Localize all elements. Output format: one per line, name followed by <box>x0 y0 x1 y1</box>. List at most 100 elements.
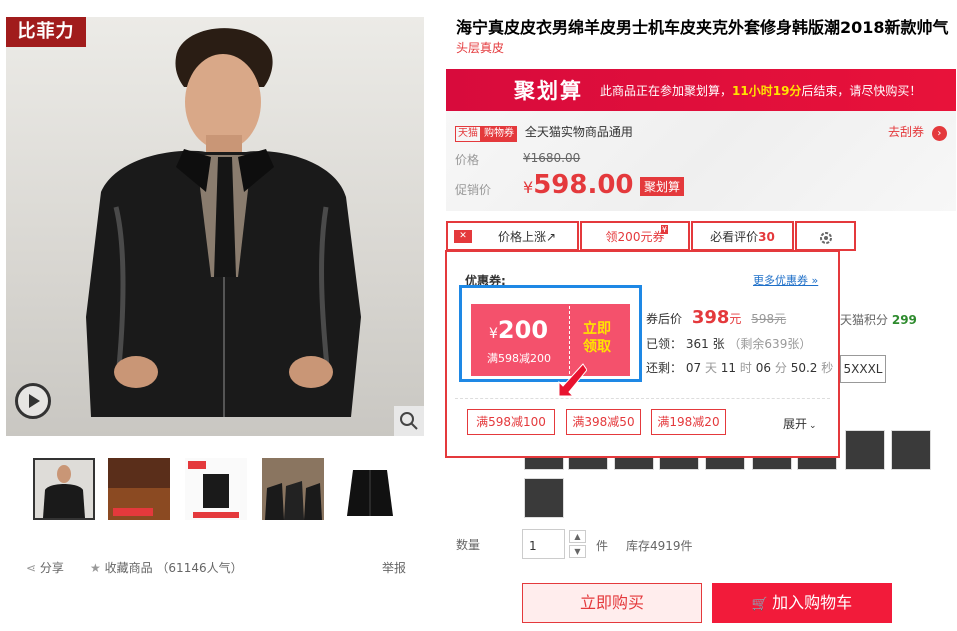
small-coupon-50[interactable]: 满398减50 <box>566 409 641 435</box>
color-swatch[interactable] <box>524 478 564 518</box>
expand-button[interactable]: 展开 ⌄ <box>783 415 817 432</box>
thumbnail-image <box>339 458 401 520</box>
coupon-flag-icon: ✕ <box>454 230 472 243</box>
gear-icon <box>819 231 832 244</box>
quantity-unit: 件 <box>596 539 609 553</box>
favorite-label: 收藏商品 <box>104 561 153 575</box>
buy-now-button[interactable]: 立即购买 <box>522 583 702 623</box>
color-swatch[interactable] <box>891 430 931 470</box>
chevron-down-icon: ▼ <box>574 547 581 556</box>
ju-text-prefix: 此商品正在参加聚划算， <box>600 84 733 98</box>
arrow-right-circle-icon: › <box>931 126 947 141</box>
tab-coupon-label: 领200元券 <box>605 230 665 244</box>
countdown-seconds-unit: 秒 <box>821 361 834 375</box>
promo-price-value: 598.00 <box>533 170 634 200</box>
stock-count: 库存4919件 <box>626 539 693 553</box>
report-link[interactable]: 举报 <box>382 559 406 576</box>
coupon-desc: 全天猫实物商品通用 <box>524 125 633 139</box>
share-icon: ⋖ <box>26 561 40 575</box>
countdown-days: 07 <box>685 361 702 375</box>
ju-banner: 聚划算 此商品正在参加聚划算，11小时19分后结束，请尽快购买！ <box>446 69 956 111</box>
ju-notice: 此商品正在参加聚划算，11小时19分后结束，请尽快购买！ <box>600 82 921 99</box>
ju-text-suffix: 后结束，请尽快购买！ <box>801 84 922 98</box>
thumbnail-3[interactable] <box>185 458 247 520</box>
scratch-coupon-link[interactable]: 去刮券 › <box>888 123 947 141</box>
product-title: 海宁真皮皮衣男绵羊皮男士机车皮夹克外套修身韩版潮2018新款帅气 <box>456 18 949 37</box>
more-coupons-link[interactable]: 更多优惠券 » <box>753 272 818 288</box>
thumbnail-image <box>185 458 247 520</box>
quantity-decrease-button[interactable]: ▼ <box>569 545 586 558</box>
currency-symbol: ¥ <box>523 178 534 197</box>
tab-badge: ¥ <box>660 225 668 234</box>
small-coupon-100[interactable]: 满598减100 <box>467 409 555 435</box>
quantity-increase-button[interactable]: ▲ <box>569 530 586 543</box>
coupon-200[interactable]: ¥200 满598减200 立即 领取 <box>471 304 630 376</box>
after-coupon-price: 券后价 398元 598元 <box>646 307 786 328</box>
claimed-label: 已领： <box>646 337 683 351</box>
promo-price: ¥598.00 <box>523 170 634 200</box>
countdown: 还剩： 07 天 11 时 06 分 50.2 秒 <box>646 359 833 376</box>
product-main-image[interactable]: 比菲力 <box>6 17 424 436</box>
claim-label-1: 立即 <box>583 321 611 337</box>
thumbnail-image <box>108 458 170 520</box>
claim-label-2: 领取 <box>583 339 611 355</box>
ju-price-tag: 聚划算 <box>640 177 685 196</box>
share-link[interactable]: ⋖ 分享 <box>26 559 64 576</box>
popularity-count: （61146人气） <box>156 561 243 575</box>
magnifier-icon <box>400 412 418 430</box>
tab-price-trend[interactable]: ✕ 价格上涨↗ <box>446 221 579 251</box>
remaining-count: （剩余639张） <box>728 337 812 351</box>
after-price-value: 398 <box>691 307 730 328</box>
chevron-down-icon: ⌄ <box>809 421 817 431</box>
countdown-days-unit: 天 <box>704 361 717 375</box>
after-orig-price: 598元 <box>751 312 787 326</box>
play-video-button[interactable] <box>15 383 51 419</box>
product-subtitle: 头层真皮 <box>456 41 505 55</box>
points-label: 天猫积分 <box>840 313 889 327</box>
add-to-cart-button[interactable]: 🛒 加入购物车 <box>712 583 892 623</box>
tab-reviews-count: 30 <box>758 230 775 244</box>
claimed-info: 已领： 361 张 （剩余639张） <box>646 335 811 352</box>
size-option[interactable]: 5XXXL <box>840 355 886 383</box>
quantity-input[interactable]: 1 <box>522 529 565 559</box>
points-value: 299 <box>891 313 917 327</box>
tab-reviews[interactable]: 必看评价30 <box>691 221 794 251</box>
coupon-currency: ¥ <box>489 326 498 342</box>
thumbnail-image <box>262 458 324 520</box>
coupon-amount: 200 <box>497 316 549 344</box>
countdown-seconds: 50.2 <box>790 361 818 375</box>
play-icon <box>29 394 40 408</box>
share-label: 分享 <box>39 561 64 575</box>
coupon-value: ¥200 <box>489 316 548 344</box>
price-area: 天猫 购物券 全天猫实物商品通用 去刮券 › 价格 ¥1680.00 促销价 ¥5… <box>446 111 956 211</box>
small-coupon-20[interactable]: 满198减20 <box>651 409 726 435</box>
orig-price: ¥1680.00 <box>523 151 581 165</box>
countdown-hours-unit: 时 <box>739 361 752 375</box>
promo-price-label: 促销价 <box>455 183 492 197</box>
countdown-minutes: 06 <box>755 361 772 375</box>
coupon-highlight-frame: ¥200 满598减200 立即 领取 <box>459 285 642 382</box>
tab-reviews-label: 必看评价 <box>710 230 759 244</box>
tab-price-trend-label: 价格上涨↗ <box>498 230 557 244</box>
claimed-unit: 张 <box>712 337 725 351</box>
countdown-label: 还剩： <box>646 361 683 375</box>
thumbnail-1[interactable] <box>33 458 95 520</box>
tab-settings[interactable] <box>795 221 856 251</box>
star-icon: ★ <box>90 561 105 575</box>
arrow-pointer-icon <box>558 363 587 397</box>
cart-icon: 🛒 <box>751 597 769 612</box>
chevron-up-icon: ▲ <box>574 532 581 541</box>
popup-divider <box>455 398 830 399</box>
after-price-label: 券后价 <box>646 312 683 326</box>
coupon-notice: 天猫 购物券 全天猫实物商品通用 <box>455 123 633 142</box>
color-swatch[interactable] <box>845 430 885 470</box>
thumbnail-5[interactable] <box>339 458 401 520</box>
tab-coupon[interactable]: 领200元券 ¥ <box>580 221 690 251</box>
ju-logo: 聚划算 <box>514 79 583 103</box>
favorite-link[interactable]: ★ 收藏商品 （61146人气） <box>90 559 243 576</box>
thumbnail-4[interactable] <box>262 458 324 520</box>
countdown-hours: 11 <box>720 361 737 375</box>
zoom-button[interactable] <box>394 406 424 436</box>
thumbnail-2[interactable] <box>108 458 170 520</box>
ju-time-left: 11小时19分 <box>732 84 802 98</box>
